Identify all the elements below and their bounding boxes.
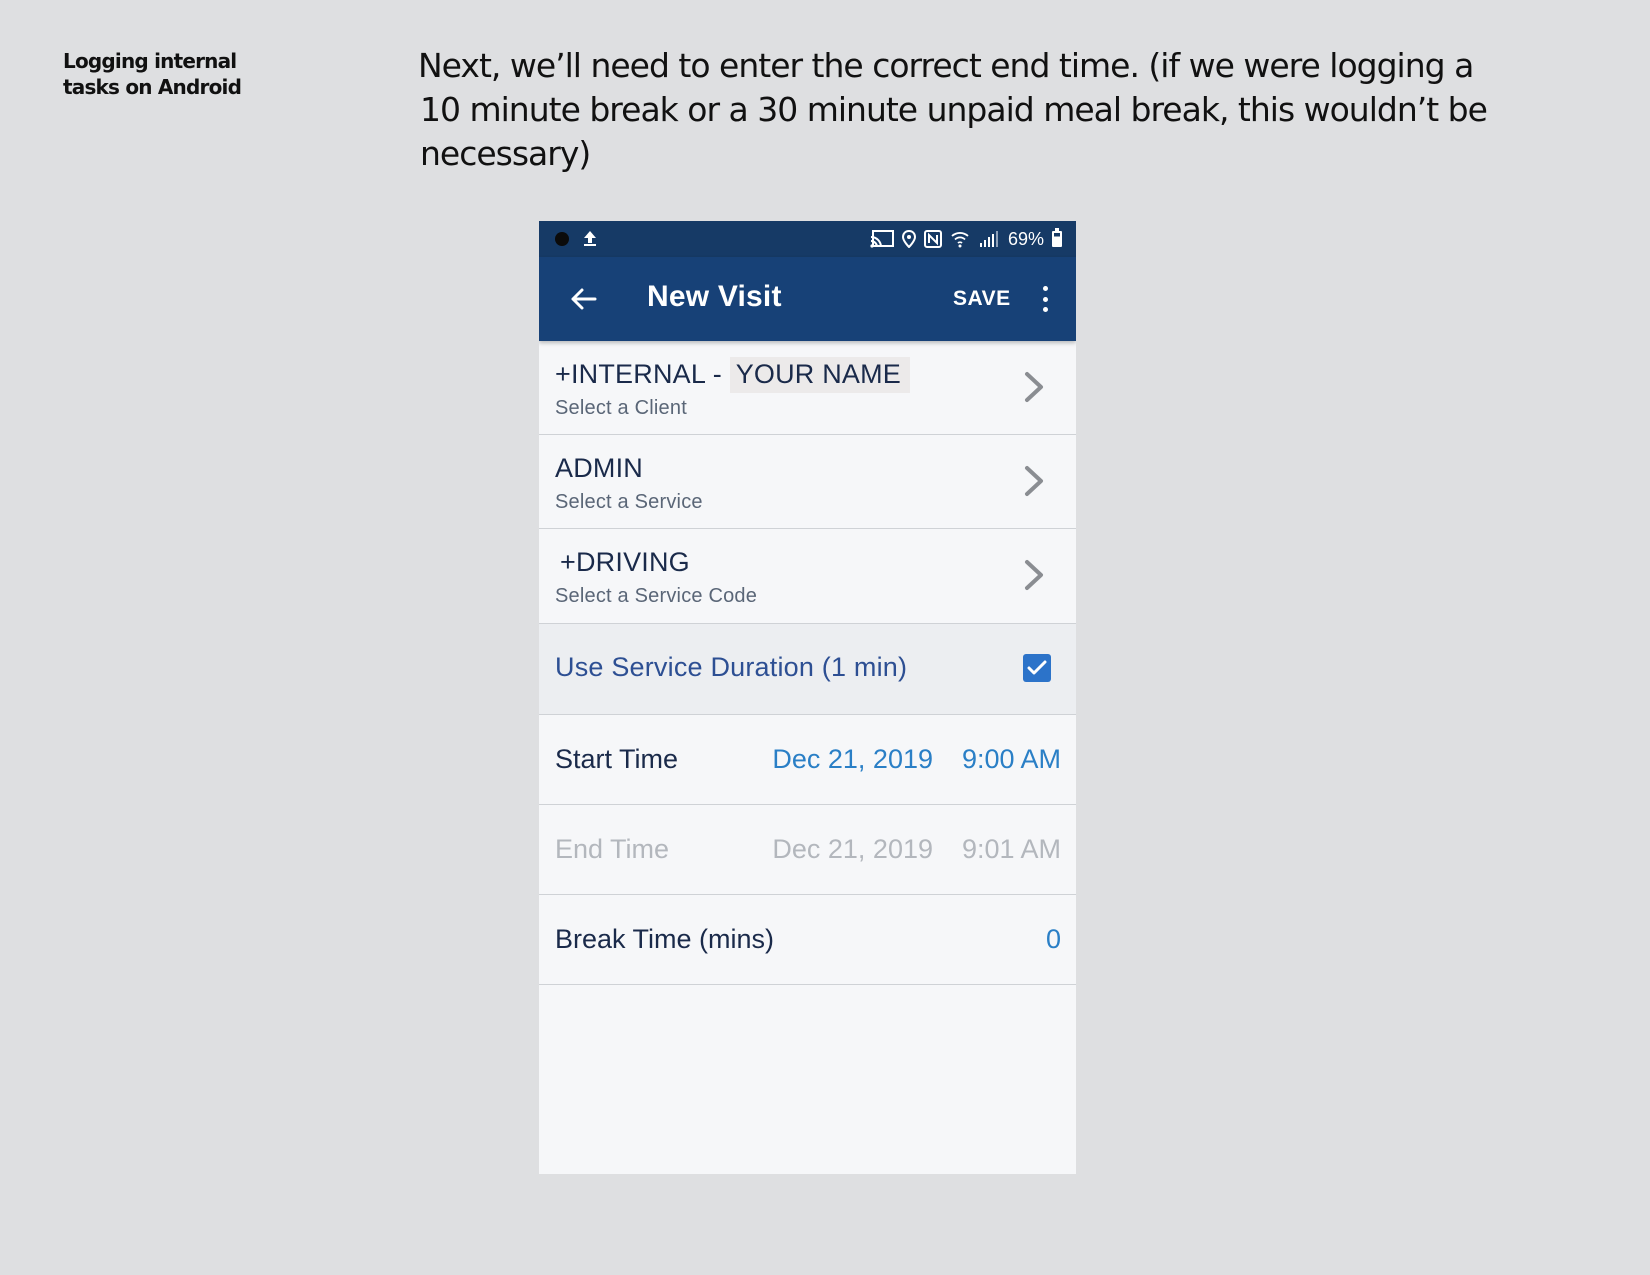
- start-time-row: Start Time Dec 21, 2019 9:00 AM: [539, 715, 1076, 805]
- page-title: New Visit: [647, 280, 782, 313]
- break-time-label: Break Time (mins): [555, 924, 775, 954]
- service-code-value: +DRIVING: [560, 547, 690, 577]
- start-time-label: Start Time: [555, 744, 679, 774]
- instruction-text-line-2: 10 minute break or a 30 minute unpaid me…: [420, 90, 1488, 173]
- break-time-row: Break Time (mins) 0: [539, 895, 1076, 985]
- client-selector[interactable]: +INTERNAL - YOUR NAME Select a Client: [539, 341, 1076, 435]
- more-options-icon[interactable]: [1035, 283, 1055, 315]
- end-time-label: End Time: [555, 834, 670, 864]
- break-time-input[interactable]: 0: [1046, 924, 1061, 955]
- location-icon: [901, 230, 916, 248]
- upload-icon: [583, 230, 597, 249]
- chevron-right-icon: [1024, 559, 1044, 595]
- instruction-text-line-1: Next, we’ll need to enter the correct en…: [418, 46, 1474, 85]
- cast-icon: [870, 230, 894, 248]
- wifi-icon: [950, 230, 970, 248]
- app-bar: New Visit SAVE: [539, 257, 1076, 341]
- use-service-duration-row[interactable]: Use Service Duration (1 min): [539, 624, 1076, 715]
- back-arrow-icon[interactable]: [567, 283, 599, 315]
- client-name: YOUR NAME: [729, 357, 911, 393]
- slide-side-title: Logging internal tasks on Android: [63, 49, 242, 99]
- service-selector[interactable]: ADMIN Select a Service: [539, 435, 1076, 529]
- nfc-icon: [923, 230, 942, 248]
- client-hint: Select a Client: [555, 397, 687, 419]
- signal-icon: [978, 231, 998, 247]
- phone-screen: 69% New Visit SAVE +INTERNAL - YOUR NAME…: [539, 221, 1076, 1174]
- end-time-row: End Time Dec 21, 2019 9:01 AM: [539, 805, 1076, 895]
- service-code-hint: Select a Service Code: [555, 585, 758, 607]
- battery-percentage: 69%: [1007, 228, 1044, 249]
- client-value-prefix: +INTERNAL -: [555, 359, 730, 389]
- use-service-duration-label: Use Service Duration (1 min): [555, 652, 908, 682]
- record-dot-icon: [555, 232, 569, 246]
- save-button[interactable]: SAVE: [953, 287, 1011, 311]
- start-time-picker[interactable]: 9:00 AM: [962, 744, 1061, 775]
- chevron-right-icon: [1024, 465, 1044, 501]
- client-value: +INTERNAL - YOUR NAME: [555, 357, 911, 393]
- end-date-picker[interactable]: Dec 21, 2019: [772, 834, 933, 865]
- chevron-right-icon: [1024, 371, 1044, 407]
- battery-icon: [1052, 228, 1062, 247]
- start-date-picker[interactable]: Dec 21, 2019: [772, 744, 933, 775]
- use-service-duration-checkbox[interactable]: [1023, 654, 1051, 682]
- service-value: ADMIN: [555, 453, 643, 483]
- service-hint: Select a Service: [555, 491, 703, 513]
- status-bar: 69%: [539, 221, 1076, 257]
- service-code-selector[interactable]: +DRIVING Select a Service Code: [539, 529, 1076, 624]
- end-time-picker[interactable]: 9:01 AM: [962, 834, 1061, 865]
- checkmark-icon: [1027, 660, 1047, 675]
